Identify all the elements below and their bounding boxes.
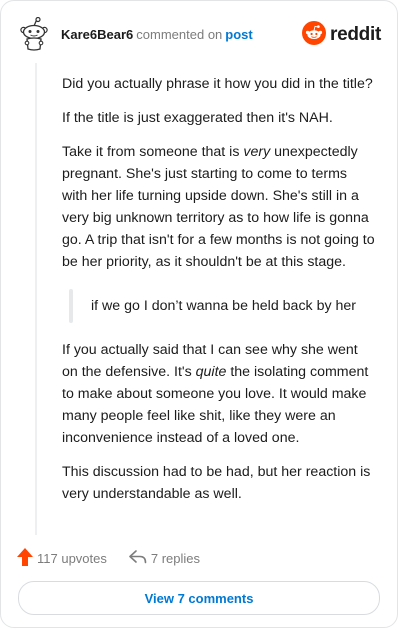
reply-count: 7 replies (150, 550, 201, 566)
reddit-logo-icon (302, 20, 327, 50)
comment-header: Kare6Bear6 commented on post reddit (17, 15, 381, 55)
comment-meta: Kare6Bear6 commented on post (61, 27, 253, 43)
comment-paragraph: If you actually said that I can see why … (62, 342, 369, 446)
comment-paragraph: If the title is just exaggerated then it… (62, 110, 333, 126)
reddit-wordmark: reddit (330, 24, 381, 45)
comment-card: Kare6Bear6 commented on post reddit Did … (0, 0, 398, 628)
upvote-count: 117 upvotes (37, 550, 107, 566)
reddit-brand[interactable]: reddit (302, 20, 381, 50)
reply-arrow-icon (129, 549, 147, 567)
emphasis-text: quite (195, 364, 227, 380)
emphasis-text: very (243, 144, 271, 160)
comment-actions: 117 upvotes 7 replies (17, 547, 200, 569)
comment-paragraph: Did you actually phrase it how you did i… (62, 76, 373, 92)
username-link[interactable]: Kare6Bear6 (61, 27, 133, 42)
replies-button[interactable]: 7 replies (129, 549, 201, 567)
comment-paragraph: This discussion had to be had, but her r… (62, 464, 371, 502)
quote-text: if we go I don’t wanna be held back by h… (91, 298, 357, 314)
snoo-avatar-icon[interactable] (17, 16, 51, 54)
view-comments-button[interactable]: View 7 comments (18, 581, 380, 615)
upvote-arrow-icon (17, 547, 33, 569)
thread-line[interactable] (35, 63, 37, 535)
action-text: commented on (136, 27, 223, 42)
blockquote: if we go I don’t wanna be held back by h… (69, 289, 375, 323)
post-link[interactable]: post (225, 27, 252, 42)
upvote-button[interactable]: 117 upvotes (17, 547, 107, 569)
comment-paragraph: Take it from someone that is very unexpe… (62, 144, 375, 270)
comment-body: Did you actually phrase it how you did i… (62, 73, 375, 517)
